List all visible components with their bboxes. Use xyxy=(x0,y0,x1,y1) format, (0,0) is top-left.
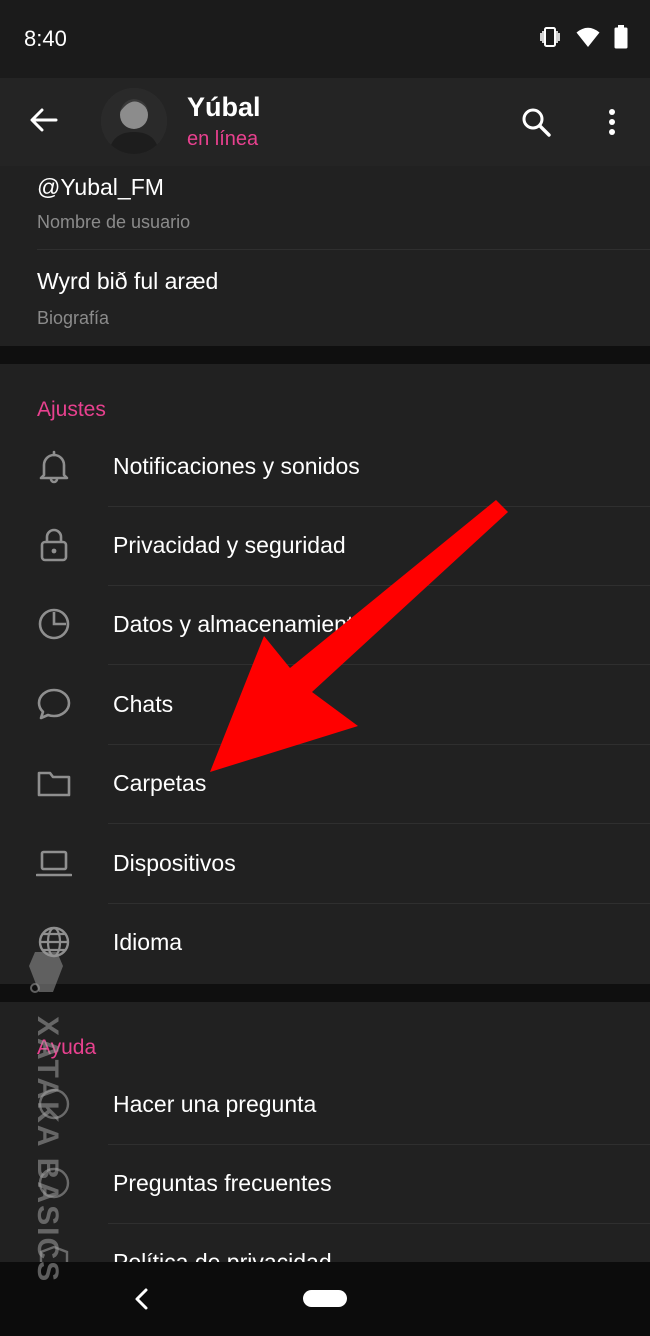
nav-home-pill[interactable] xyxy=(303,1290,347,1307)
help-section: Ayuda Hacer una pregunta Preguntas frecu… xyxy=(0,1002,650,1262)
help-item-label: Hacer una pregunta xyxy=(113,1091,317,1117)
settings-item-label: Chats xyxy=(113,691,174,717)
settings-section: Ajustes Notificaciones y sonidos Privaci… xyxy=(0,364,650,984)
bio-label: Biografía xyxy=(37,308,110,328)
status-time: 8:40 xyxy=(24,26,67,51)
settings-item-folders[interactable]: Carpetas xyxy=(0,745,650,824)
avatar-photo xyxy=(101,88,167,154)
online-status: en línea xyxy=(187,128,259,150)
divider xyxy=(108,823,650,824)
more-vertical-icon xyxy=(609,109,615,135)
settings-item-data-storage[interactable]: Datos y almacenamiento xyxy=(0,586,650,665)
help-item-privacy-policy[interactable]: Política de privacidad xyxy=(0,1224,650,1262)
settings-item-chats[interactable]: Chats xyxy=(0,666,650,745)
settings-item-label: Privacidad y seguridad xyxy=(113,532,346,558)
lock-icon xyxy=(40,528,68,562)
status-bar: 8:40 xyxy=(0,0,650,78)
section-gap xyxy=(0,346,650,364)
contact-name: Yúbal xyxy=(187,92,261,122)
settings-item-notifications[interactable]: Notificaciones y sonidos xyxy=(0,428,650,507)
settings-item-privacy[interactable]: Privacidad y seguridad xyxy=(0,507,650,586)
avatar[interactable] xyxy=(101,88,167,154)
back-button[interactable] xyxy=(22,98,66,142)
vibrate-icon xyxy=(540,27,560,47)
watermark-text: XATAKA BASICS xyxy=(31,1016,64,1284)
arrow-left-icon xyxy=(30,108,58,132)
more-options-button[interactable] xyxy=(592,100,632,144)
username-label: Nombre de usuario xyxy=(37,212,191,232)
watermark-logo-icon xyxy=(29,952,63,993)
status-icons xyxy=(538,25,628,49)
settings-item-language[interactable]: Idioma xyxy=(0,904,650,983)
search-button[interactable] xyxy=(514,100,558,144)
settings-item-label: Dispositivos xyxy=(113,850,236,876)
section-gap xyxy=(0,984,650,1002)
help-item-label: Preguntas frecuentes xyxy=(113,1170,332,1196)
settings-title: Ajustes xyxy=(37,398,106,421)
app-bar: Yúbal en línea xyxy=(0,78,650,166)
help-item-ask-question[interactable]: Hacer una pregunta xyxy=(0,1066,650,1145)
laptop-icon xyxy=(36,850,72,877)
battery-icon xyxy=(614,25,628,49)
help-item-label: Política de privacidad xyxy=(113,1249,332,1262)
bio-value[interactable]: Wyrd bið ful aræd xyxy=(37,268,218,295)
help-item-faq[interactable]: Preguntas frecuentes xyxy=(0,1145,650,1224)
profile-info-section: @Yubal_FM Nombre de usuario Wyrd bið ful… xyxy=(0,166,650,346)
folder-icon xyxy=(37,771,71,797)
navigation-bar xyxy=(0,1262,650,1336)
pie-chart-icon xyxy=(38,608,70,640)
wifi-icon xyxy=(576,27,600,47)
divider xyxy=(108,664,650,665)
settings-item-label: Datos y almacenamiento xyxy=(113,611,367,637)
settings-item-label: Notificaciones y sonidos xyxy=(113,453,360,479)
bell-icon xyxy=(39,450,69,484)
search-icon xyxy=(522,108,551,137)
settings-item-devices[interactable]: Dispositivos xyxy=(0,825,650,904)
nav-back-button[interactable] xyxy=(128,1284,154,1314)
settings-item-label: Carpetas xyxy=(113,770,207,796)
username-value[interactable]: @Yubal_FM xyxy=(37,174,164,201)
settings-item-label: Idioma xyxy=(113,929,183,955)
divider xyxy=(37,249,650,250)
chat-bubble-icon xyxy=(37,688,71,720)
